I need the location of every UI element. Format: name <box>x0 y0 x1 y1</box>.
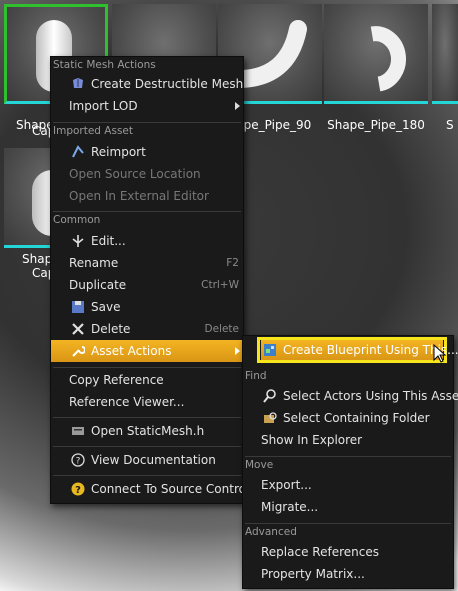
rename-shortcut: F2 <box>226 257 239 269</box>
folder-search-icon <box>264 412 277 423</box>
pipe-180-mesh-icon <box>370 26 406 92</box>
divider <box>53 122 241 123</box>
show-in-explorer-item[interactable]: Show In Explorer <box>243 429 453 451</box>
reference-viewer-item[interactable]: Reference Viewer... <box>51 391 243 413</box>
create-destructible-mesh-item[interactable]: Create Destructible Mesh <box>51 73 243 95</box>
save-label: Save <box>91 300 121 314</box>
migrate-label: Migrate... <box>261 500 319 514</box>
property-matrix-label: Property Matrix... <box>261 567 365 581</box>
view-documentation-label: View Documentation <box>91 453 216 467</box>
section-advanced: Advanced <box>245 526 297 538</box>
show-in-explorer-label: Show In Explorer <box>261 433 363 447</box>
duplicate-label: Duplicate <box>69 278 127 292</box>
asset-actions-item[interactable]: Asset Actions <box>51 340 243 362</box>
divider <box>245 456 451 457</box>
rename-item[interactable]: Rename F2 <box>51 252 243 274</box>
view-documentation-item[interactable]: ? View Documentation <box>51 449 243 471</box>
wrench-icon <box>72 346 85 357</box>
save-item[interactable]: Save <box>51 296 243 318</box>
divider <box>53 446 241 447</box>
asset-actions-submenu: Create Blueprint Using This... Find Sele… <box>242 335 458 589</box>
divider <box>245 523 451 524</box>
svg-text:?: ? <box>76 457 81 467</box>
asset-label: Shape_Pipe_180 <box>327 118 425 132</box>
replace-references-label: Replace References <box>261 545 379 559</box>
delete-label: Delete <box>91 322 131 336</box>
blueprint-icon <box>264 344 276 356</box>
open-source-location-label: Open Source Location <box>69 167 201 181</box>
create-destructible-mesh-label: Create Destructible Mesh <box>91 77 244 91</box>
create-blueprint-item[interactable]: Create Blueprint Using This... <box>261 340 458 360</box>
property-matrix-item[interactable]: Property Matrix... <box>243 563 453 585</box>
migrate-item[interactable]: Migrate... <box>243 496 453 518</box>
asset-actions-label: Asset Actions <box>91 344 172 358</box>
select-actors-item[interactable]: Select Actors Using This Asset <box>243 385 458 407</box>
copy-reference-label: Copy Reference <box>69 373 164 387</box>
divider <box>53 211 241 212</box>
section-move: Move <box>245 459 274 471</box>
edit-item[interactable]: Edit... <box>51 230 243 252</box>
rename-label: Rename <box>69 256 119 270</box>
select-actors-label: Select Actors Using This Asset <box>283 389 458 403</box>
divider <box>53 475 241 476</box>
open-external-editor-item[interactable]: Open In External Editor <box>51 185 243 207</box>
source-control-icon: ? <box>71 482 85 496</box>
reference-viewer-label: Reference Viewer... <box>69 395 185 409</box>
open-source-location-item[interactable]: Open Source Location <box>51 163 243 185</box>
asset-thumbnail <box>432 4 458 104</box>
select-folder-label: Select Containing Folder <box>283 411 430 425</box>
export-item[interactable]: Export... <box>243 474 453 496</box>
code-file-icon <box>72 427 84 435</box>
divider <box>53 367 241 368</box>
divider <box>53 417 241 418</box>
replace-references-item[interactable]: Replace References <box>243 541 453 563</box>
connect-source-control-label: Connect To Source Control <box>91 482 250 496</box>
context-menu: Static Mesh Actions Create Destructible … <box>50 56 249 504</box>
reimport-label: Reimport <box>91 145 146 159</box>
open-static-mesh-h-label: Open StaticMesh.h <box>91 424 205 438</box>
submenu-arrow-icon <box>235 347 240 355</box>
duplicate-item[interactable]: Duplicate Ctrl+W <box>51 274 243 296</box>
delete-item[interactable]: Delete Delete <box>51 318 243 340</box>
submenu-arrow-icon <box>235 102 240 110</box>
duplicate-shortcut: Ctrl+W <box>201 279 239 291</box>
reimport-icon <box>72 145 84 158</box>
asset-label: S <box>446 118 454 132</box>
import-lod-label: Import LOD <box>69 99 138 113</box>
section-common: Common <box>53 214 101 226</box>
import-lod-item[interactable]: Import LOD <box>51 95 243 117</box>
delete-icon <box>72 323 84 335</box>
section-imported-asset: Imported Asset <box>53 125 134 137</box>
mouse-cursor-icon <box>433 344 447 363</box>
edit-label: Edit... <box>91 234 126 248</box>
save-icon <box>72 301 84 313</box>
copy-reference-item[interactable]: Copy Reference <box>51 369 243 391</box>
export-label: Export... <box>261 478 312 492</box>
search-icon <box>263 389 276 403</box>
reimport-item[interactable]: Reimport <box>51 141 243 163</box>
section-find: Find <box>245 370 267 382</box>
select-folder-item[interactable]: Select Containing Folder <box>243 407 453 429</box>
destructible-mesh-icon <box>73 78 83 88</box>
help-icon: ? <box>71 453 85 467</box>
connect-source-control-item[interactable]: ? Connect To Source Control <box>51 478 249 500</box>
open-static-mesh-h-item[interactable]: Open StaticMesh.h <box>51 420 243 442</box>
edit-icon <box>72 235 84 247</box>
create-blueprint-label: Create Blueprint Using This... <box>283 343 458 357</box>
section-static-mesh-actions: Static Mesh Actions <box>53 59 156 71</box>
delete-shortcut: Delete <box>204 323 240 335</box>
open-external-editor-label: Open In External Editor <box>69 189 209 203</box>
svg-text:?: ? <box>75 485 81 496</box>
